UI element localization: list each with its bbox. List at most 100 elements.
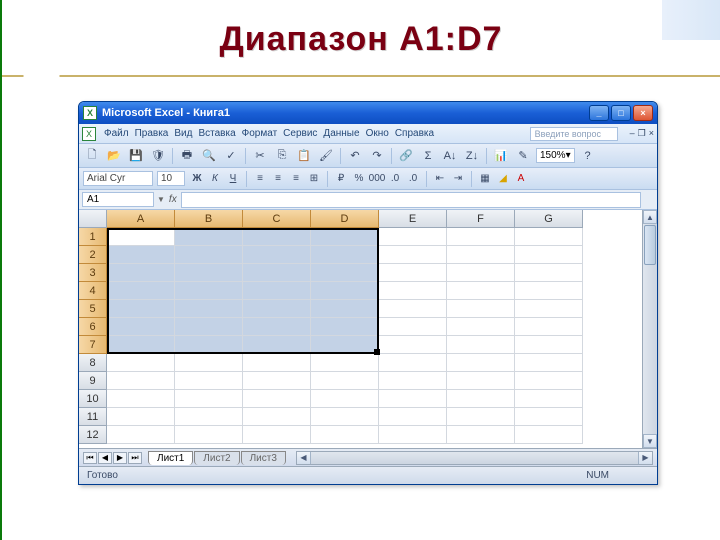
cell-E2[interactable] (379, 246, 447, 264)
cell-A1[interactable] (107, 228, 175, 246)
format-painter-icon[interactable]: 🖌 (317, 147, 335, 165)
sheet-tab-2[interactable]: Лист2 (194, 451, 239, 465)
undo-icon[interactable]: ↶ (346, 147, 364, 165)
tab-last-icon[interactable]: ⏭ (128, 452, 142, 464)
sort-asc-icon[interactable]: A↓ (441, 147, 459, 165)
preview-icon[interactable]: 🔍 (200, 147, 218, 165)
name-box[interactable]: A1 (82, 192, 154, 207)
percent-icon[interactable]: % (351, 171, 367, 187)
bold-button[interactable]: Ж (189, 171, 205, 187)
menu-edit[interactable]: Правка (135, 128, 169, 139)
cell-G9[interactable] (515, 372, 583, 390)
cell-B10[interactable] (175, 390, 243, 408)
cell-F11[interactable] (447, 408, 515, 426)
menu-format[interactable]: Формат (242, 128, 278, 139)
cell-F1[interactable] (447, 228, 515, 246)
cut-icon[interactable]: ✂ (251, 147, 269, 165)
cell-F6[interactable] (447, 318, 515, 336)
cell-B2[interactable] (175, 246, 243, 264)
zoom-select[interactable]: 150% ▾ (536, 148, 575, 163)
menu-data[interactable]: Данные (323, 128, 359, 139)
cell-E3[interactable] (379, 264, 447, 282)
font-color-icon[interactable]: A (513, 171, 529, 187)
cell-F4[interactable] (447, 282, 515, 300)
menu-window[interactable]: Окно (366, 128, 389, 139)
cell-E10[interactable] (379, 390, 447, 408)
cell-A8[interactable] (107, 354, 175, 372)
align-right-icon[interactable]: ≡ (288, 171, 304, 187)
scroll-up-icon[interactable]: ▲ (643, 210, 657, 224)
italic-button[interactable]: К (207, 171, 223, 187)
col-header-C[interactable]: C (243, 210, 311, 228)
cell-C11[interactable] (243, 408, 311, 426)
cell-B4[interactable] (175, 282, 243, 300)
cell-B6[interactable] (175, 318, 243, 336)
cell-B8[interactable] (175, 354, 243, 372)
cell-G12[interactable] (515, 426, 583, 444)
col-header-B[interactable]: B (175, 210, 243, 228)
col-header-E[interactable]: E (379, 210, 447, 228)
row-header-8[interactable]: 8 (79, 354, 107, 372)
col-header-A[interactable]: A (107, 210, 175, 228)
cell-D8[interactable] (311, 354, 379, 372)
permission-icon[interactable]: 🛡 (149, 147, 167, 165)
doc-minimize[interactable]: – (630, 128, 635, 139)
cell-G8[interactable] (515, 354, 583, 372)
help-icon[interactable]: ? (579, 147, 597, 165)
cell-D6[interactable] (311, 318, 379, 336)
save-icon[interactable]: 💾 (127, 147, 145, 165)
cell-E6[interactable] (379, 318, 447, 336)
cell-D5[interactable] (311, 300, 379, 318)
row-header-2[interactable]: 2 (79, 246, 107, 264)
scroll-down-icon[interactable]: ▼ (643, 434, 657, 448)
row-header-9[interactable]: 9 (79, 372, 107, 390)
row-header-4[interactable]: 4 (79, 282, 107, 300)
close-button[interactable]: × (633, 105, 653, 121)
menu-tools[interactable]: Сервис (283, 128, 317, 139)
doc-close[interactable]: × (649, 128, 654, 139)
cell-F2[interactable] (447, 246, 515, 264)
cell-D11[interactable] (311, 408, 379, 426)
comma-icon[interactable]: 000 (369, 171, 385, 187)
row-header-7[interactable]: 7 (79, 336, 107, 354)
cell-E12[interactable] (379, 426, 447, 444)
sheet-tab-3[interactable]: Лист3 (241, 451, 286, 465)
cell-A11[interactable] (107, 408, 175, 426)
hyperlink-icon[interactable]: 🔗 (397, 147, 415, 165)
copy-icon[interactable]: ⎘ (273, 147, 291, 165)
cell-C1[interactable] (243, 228, 311, 246)
row-header-3[interactable]: 3 (79, 264, 107, 282)
cell-C7[interactable] (243, 336, 311, 354)
cell-G10[interactable] (515, 390, 583, 408)
cell-B3[interactable] (175, 264, 243, 282)
sort-desc-icon[interactable]: Z↓ (463, 147, 481, 165)
cell-E9[interactable] (379, 372, 447, 390)
col-header-F[interactable]: F (447, 210, 515, 228)
spell-icon[interactable]: ✓ (222, 147, 240, 165)
row-header-10[interactable]: 10 (79, 390, 107, 408)
maximize-button[interactable]: □ (611, 105, 631, 121)
font-size-select[interactable]: 10 (157, 171, 185, 186)
cell-G5[interactable] (515, 300, 583, 318)
cell-A3[interactable] (107, 264, 175, 282)
currency-icon[interactable]: ₽ (333, 171, 349, 187)
doc-restore[interactable]: ❐ (638, 128, 646, 139)
dropdown-icon[interactable]: ▼ (157, 195, 165, 204)
help-search-input[interactable]: Введите вопрос (530, 127, 618, 141)
cell-B5[interactable] (175, 300, 243, 318)
cell-F12[interactable] (447, 426, 515, 444)
scroll-right-icon[interactable]: ▶ (638, 452, 652, 464)
tab-next-icon[interactable]: ▶ (113, 452, 127, 464)
cell-C3[interactable] (243, 264, 311, 282)
fill-color-icon[interactable]: ◢ (495, 171, 511, 187)
row-header-1[interactable]: 1 (79, 228, 107, 246)
fx-icon[interactable]: fx (169, 194, 177, 205)
cell-A9[interactable] (107, 372, 175, 390)
print-icon[interactable]: 🖶 (178, 147, 196, 165)
paste-icon[interactable]: 📋 (295, 147, 313, 165)
vertical-scrollbar[interactable]: ▲ ▼ (642, 210, 657, 448)
row-header-5[interactable]: 5 (79, 300, 107, 318)
cell-A2[interactable] (107, 246, 175, 264)
menu-view[interactable]: Вид (174, 128, 192, 139)
col-header-D[interactable]: D (311, 210, 379, 228)
